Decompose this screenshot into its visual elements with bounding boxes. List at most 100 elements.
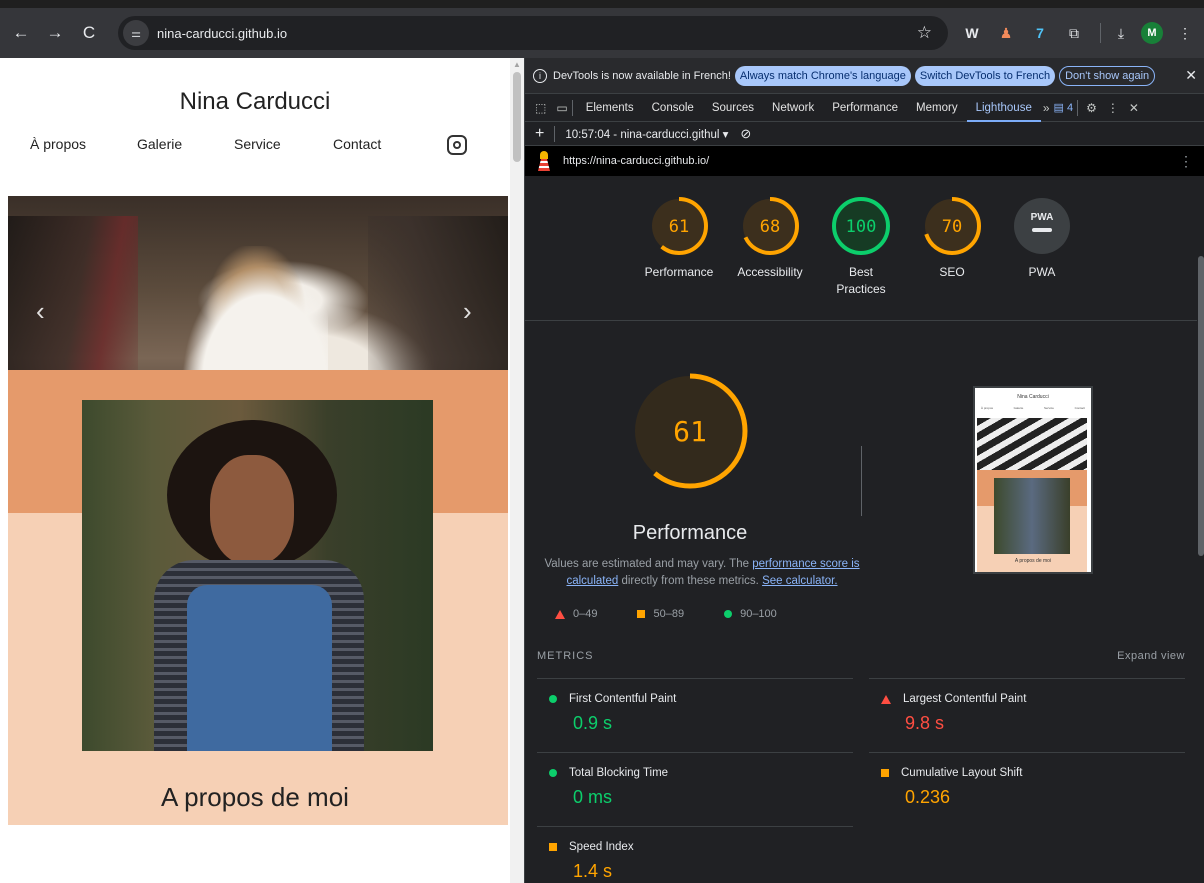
gauge-pwa[interactable]: PWA PWA [992, 196, 1092, 281]
switch-to-french-button[interactable]: Switch DevTools to French [914, 65, 1056, 86]
gauge-best-practices[interactable]: 100 Best Practices [811, 196, 911, 298]
metric-value: 0 ms [573, 787, 613, 807]
divider [861, 446, 862, 516]
fail-triangle-icon [555, 609, 565, 619]
tab-network[interactable]: Network [763, 94, 823, 122]
metric-name: Cumulative Layout Shift [901, 767, 1023, 779]
legend-fail: 0–49 [555, 608, 597, 620]
final-screenshot-thumbnail[interactable]: Nina Carducci À propos Galerie Service C… [973, 386, 1093, 574]
back-button[interactable]: ← [8, 20, 34, 46]
gauge-best-practices-ring: 100 [832, 197, 890, 255]
average-square-icon [881, 769, 889, 777]
toolbar-divider [1100, 23, 1101, 43]
always-match-language-button[interactable]: Always match Chrome's language [734, 65, 911, 86]
about-portrait-image [82, 400, 433, 751]
site-settings-icon[interactable]: ⚌ [123, 20, 149, 46]
chrome-menu-icon[interactable]: ⋮ [1171, 19, 1199, 47]
address-bar[interactable]: ⚌ nina-carducci.github.io ☆ [118, 16, 948, 50]
forward-button[interactable]: → [42, 20, 68, 46]
thumb-nav: À propos Galerie Service Contact [981, 406, 1085, 410]
issues-badge[interactable]: ▤ 4 [1054, 101, 1074, 114]
new-report-icon[interactable]: + [535, 125, 544, 143]
tab-performance[interactable]: Performance [823, 94, 907, 122]
more-tabs-icon[interactable]: » [1043, 101, 1050, 115]
lighthouse-extension-icon[interactable]: ♟ [992, 19, 1020, 47]
thumb-nav-item: Service [1043, 406, 1054, 410]
nav-link-service[interactable]: Service [234, 136, 281, 152]
tab-console[interactable]: Console [643, 94, 703, 122]
metric-value: 1.4 s [573, 861, 613, 881]
devtools-panel: i DevTools is now available in French! A… [524, 58, 1204, 883]
dont-show-again-button[interactable]: Don't show again [1059, 65, 1156, 86]
bookmark-star-icon[interactable]: ☆ [917, 23, 932, 43]
score-legend: 0–49 50–89 90–100 [555, 608, 875, 620]
device-toolbar-icon[interactable]: ▭ [556, 101, 567, 115]
nav-link-about[interactable]: À propos [30, 136, 86, 152]
address-url[interactable]: nina-carducci.github.io [157, 26, 917, 41]
tab-elements[interactable]: Elements [577, 94, 643, 122]
devtools-menu-icon[interactable]: ⋮ [1107, 101, 1119, 115]
gauge-seo-ring: 70 [923, 197, 981, 255]
metric-value: 0.9 s [573, 713, 613, 733]
clear-reports-icon[interactable]: ⊘ [740, 126, 751, 142]
tab-divider [571, 99, 573, 116]
performance-big-gauge: 61 [630, 371, 750, 491]
toolbar-divider [554, 125, 556, 142]
average-square-icon [549, 843, 557, 851]
report-selector[interactable]: 10:57:04 - nina-carducci.githul ▾ [565, 127, 728, 141]
gauge-accessibility-ring: 68 [741, 197, 799, 255]
thumb-caption: A propos de moi [1014, 558, 1052, 564]
tab-strip [0, 0, 1204, 8]
report-scrollbar[interactable] [1197, 176, 1204, 883]
pass-circle-icon [549, 695, 557, 703]
gauge-performance[interactable]: 61 Performance [629, 196, 729, 281]
browser-toolbar: ← → C ⚌ nina-carducci.github.io ☆ W ♟ 7 … [0, 8, 1204, 58]
performance-big-score: 61 [673, 415, 707, 448]
devtools-tabbar: ⬚ ▭ Elements Console Sources Network Per… [525, 94, 1204, 122]
inspect-element-icon[interactable]: ⬚ [535, 101, 546, 115]
translate-extension-icon[interactable]: 7 [1026, 19, 1054, 47]
report-url[interactable]: https://nina-carducci.github.io/ [563, 155, 709, 167]
report-menu-icon[interactable]: ⋮ [1179, 153, 1193, 170]
thumb-nav-item: Galerie [1013, 406, 1024, 410]
settings-gear-icon[interactable]: ⚙ [1086, 101, 1097, 115]
performance-description: Values are estimated and may vary. The p… [537, 556, 867, 590]
info-icon: i [533, 68, 547, 83]
instagram-icon[interactable] [447, 135, 467, 155]
tab-memory[interactable]: Memory [907, 94, 967, 122]
scrollbar-thumb[interactable] [513, 72, 521, 162]
infobar-message: DevTools is now available in French! [553, 69, 731, 82]
reload-button[interactable]: C [76, 20, 102, 46]
tab-sources[interactable]: Sources [703, 94, 763, 122]
website-scrollbar[interactable]: ▲ [510, 58, 524, 883]
expand-view-toggle[interactable]: Expand view [1117, 650, 1185, 662]
infobar-close-icon[interactable]: ✕ [1185, 67, 1197, 84]
scroll-up-arrow[interactable]: ▲ [513, 60, 521, 69]
see-calculator-link[interactable]: See calculator. [762, 575, 837, 587]
carousel-prev-arrow[interactable]: ‹ [36, 296, 45, 327]
profile-avatar[interactable]: M [1141, 22, 1163, 44]
report-scrollbar-thumb[interactable] [1198, 256, 1204, 556]
legend-label: 0–49 [573, 608, 598, 620]
performance-big-ring: 61 [632, 373, 748, 489]
legend-label: 90–100 [740, 608, 777, 620]
downloads-icon[interactable]: ⤓ [1107, 19, 1135, 47]
extensions-puzzle-icon[interactable]: ⧉ [1060, 19, 1088, 47]
nav-link-contact[interactable]: Contact [333, 136, 381, 152]
gauge-score: 70 [942, 217, 962, 237]
metric-name: Speed Index [569, 841, 634, 853]
gauge-seo[interactable]: 70 SEO [902, 196, 1002, 281]
fail-triangle-icon [881, 694, 891, 704]
pass-circle-icon [724, 610, 733, 618]
metric-speed-index: Speed Index 1.4 s [537, 826, 853, 883]
metric-fcp: First Contentful Paint 0.9 s [537, 678, 853, 752]
gauge-accessibility[interactable]: 68 Accessibility [720, 196, 820, 281]
metric-value: 9.8 s [905, 713, 945, 733]
nav-link-gallery[interactable]: Galerie [137, 136, 182, 152]
carousel-next-arrow[interactable]: › [463, 296, 472, 327]
language-infobar: i DevTools is now available in French! A… [525, 58, 1204, 94]
devtools-close-icon[interactable]: ✕ [1129, 101, 1139, 115]
wappalyzer-extension-icon[interactable]: W [958, 19, 986, 47]
tab-lighthouse[interactable]: Lighthouse [966, 94, 1041, 122]
gauge-score: 100 [846, 217, 877, 237]
